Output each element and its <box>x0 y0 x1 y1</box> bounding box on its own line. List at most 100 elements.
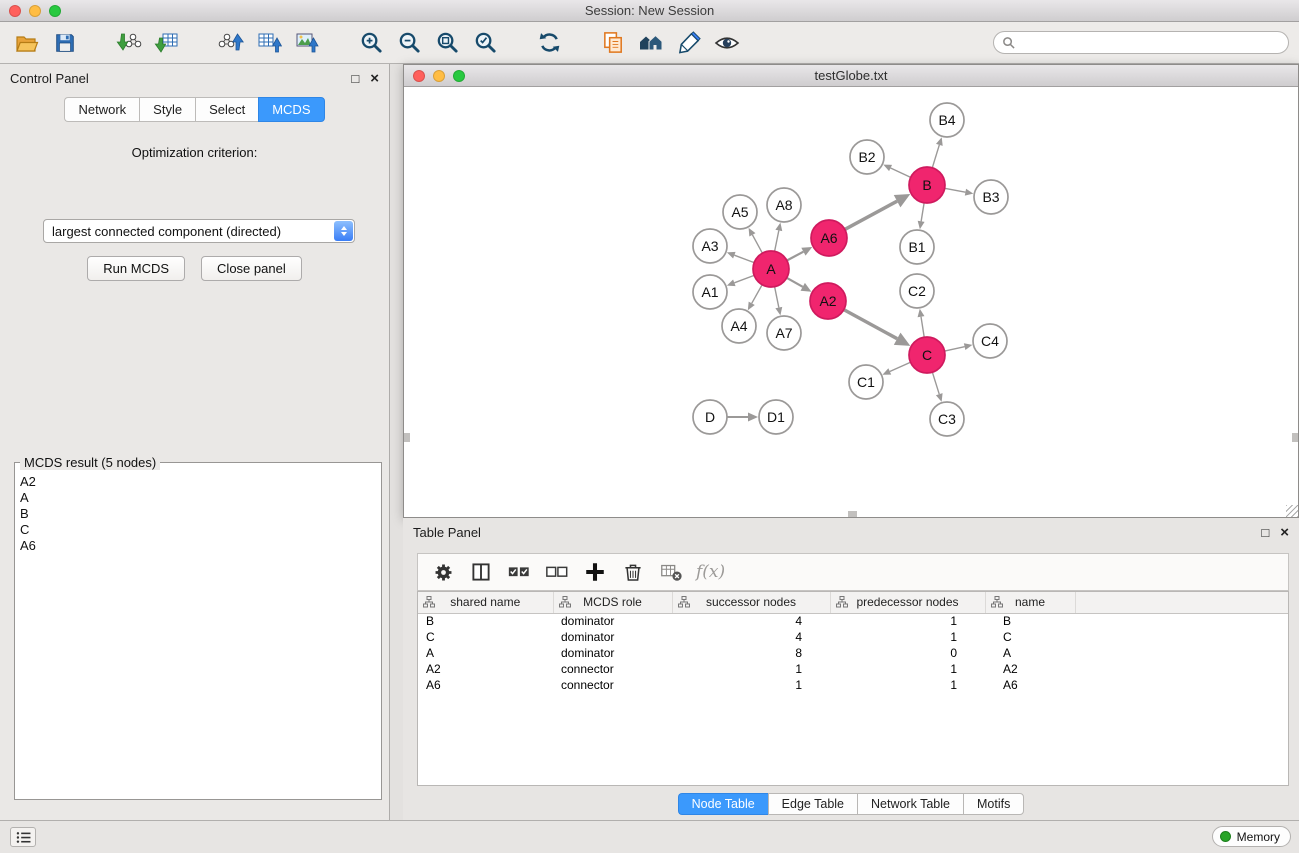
float-table-panel-icon[interactable]: □ <box>1261 526 1269 539</box>
graph-edge-C-C1[interactable] <box>890 362 911 371</box>
graph-edge-A-A3[interactable] <box>734 255 754 262</box>
table-cell[interactable]: 1 <box>830 613 985 629</box>
table-cell[interactable]: A6 <box>418 677 553 693</box>
function-builder-button[interactable]: f(x) <box>696 562 725 582</box>
table-cell[interactable]: connector <box>553 661 672 677</box>
run-mcds-button[interactable]: Run MCDS <box>87 256 185 281</box>
table-row[interactable]: Adominator80A <box>418 645 1288 661</box>
network-canvas[interactable]: AA1A2A3A4A5A6A7A8BB1B2B3B4CC1C2C3C4DD1 <box>404 87 1298 517</box>
network-close-button[interactable] <box>413 70 425 82</box>
close-panel-button[interactable]: Close panel <box>201 256 302 281</box>
zoom-window-button[interactable] <box>49 5 61 17</box>
refresh-layout-button[interactable] <box>530 26 568 60</box>
delete-table-button[interactable] <box>654 557 688 587</box>
table-cell[interactable]: B <box>418 613 553 629</box>
column-header-shared-name[interactable]: shared name <box>418 592 553 613</box>
export-table-button[interactable] <box>250 26 288 60</box>
mcds-result-item[interactable]: A <box>18 490 378 506</box>
show-hide-button[interactable] <box>708 26 746 60</box>
close-panel-icon[interactable]: × <box>370 71 379 86</box>
column-header-name[interactable]: name <box>985 592 1075 613</box>
select-all-rows-button[interactable] <box>502 557 536 587</box>
graph-edge-B-B3[interactable] <box>945 188 966 192</box>
network-zoom-button[interactable] <box>453 70 465 82</box>
table-row[interactable]: A2connector11A2 <box>418 661 1288 677</box>
table-cell[interactable]: A <box>418 645 553 661</box>
table-cell[interactable]: 1 <box>830 661 985 677</box>
table-cell[interactable]: connector <box>553 677 672 693</box>
mcds-result-list[interactable]: A2ABCA6 <box>18 474 378 796</box>
mcds-result-item[interactable]: A6 <box>18 538 378 554</box>
column-header-MCDS-role[interactable]: MCDS role <box>553 592 672 613</box>
table-cell[interactable]: A <box>985 645 1075 661</box>
tab-mcds[interactable]: MCDS <box>258 97 324 122</box>
tab-select[interactable]: Select <box>195 97 258 122</box>
zoom-in-button[interactable] <box>352 26 390 60</box>
table-cell[interactable]: 0 <box>830 645 985 661</box>
graph-edge-C-C2[interactable] <box>921 317 924 338</box>
export-network-button[interactable] <box>212 26 250 60</box>
add-column-button[interactable] <box>578 557 612 587</box>
table-cell[interactable]: dominator <box>553 645 672 661</box>
table-cell[interactable]: C <box>985 629 1075 645</box>
table-cell[interactable]: B <box>985 613 1075 629</box>
mcds-result-item[interactable]: A2 <box>18 474 378 490</box>
duplicate-network-button[interactable] <box>594 26 632 60</box>
table-cell[interactable]: 4 <box>672 629 830 645</box>
tab-network[interactable]: Network <box>64 97 139 122</box>
graph-edge-A-A7[interactable] <box>775 287 779 308</box>
table-cell[interactable]: A6 <box>985 677 1075 693</box>
graph-edge-A-A1[interactable] <box>734 275 754 282</box>
close-window-button[interactable] <box>9 5 21 17</box>
home-view-button[interactable] <box>632 26 670 60</box>
mcds-result-item[interactable]: C <box>18 522 378 538</box>
graph-edge-B-B2[interactable] <box>891 168 911 177</box>
import-table-button[interactable] <box>148 26 186 60</box>
save-session-button[interactable] <box>46 26 84 60</box>
annotation-edit-button[interactable] <box>670 26 708 60</box>
table-cell[interactable]: 1 <box>830 677 985 693</box>
graph-edge-B-B1[interactable] <box>921 203 924 222</box>
network-minimize-button[interactable] <box>433 70 445 82</box>
tab-edge-table[interactable]: Edge Table <box>768 793 857 815</box>
graph-edge-A-A2[interactable] <box>787 278 803 287</box>
zoom-fit-button[interactable] <box>428 26 466 60</box>
import-network-button[interactable] <box>110 26 148 60</box>
table-cell[interactable]: A2 <box>985 661 1075 677</box>
tab-network-table[interactable]: Network Table <box>857 793 963 815</box>
export-image-button[interactable] <box>288 26 326 60</box>
table-row[interactable]: A6connector11A6 <box>418 677 1288 693</box>
graph-edge-C-C3[interactable] <box>932 372 939 394</box>
task-history-button[interactable] <box>10 827 36 847</box>
search-box[interactable] <box>993 31 1289 54</box>
graph-edge-A2-C[interactable] <box>844 310 897 339</box>
zoom-out-button[interactable] <box>390 26 428 60</box>
optimization-criterion-select[interactable]: largest connected component (directed) <box>43 219 355 243</box>
zoom-selected-button[interactable] <box>466 26 504 60</box>
minimize-window-button[interactable] <box>29 5 41 17</box>
graph-edge-A-A5[interactable] <box>752 235 762 253</box>
search-input[interactable] <box>1020 36 1280 50</box>
table-cell[interactable]: 1 <box>672 661 830 677</box>
table-cell[interactable]: 4 <box>672 613 830 629</box>
graph-edge-A-A4[interactable] <box>752 285 762 304</box>
open-session-button[interactable] <box>8 26 46 60</box>
delete-column-button[interactable] <box>616 557 650 587</box>
graph-edge-A6-B[interactable] <box>845 201 897 229</box>
table-cell[interactable]: dominator <box>553 613 672 629</box>
deselect-all-rows-button[interactable] <box>540 557 574 587</box>
resize-grip[interactable] <box>1286 505 1298 517</box>
table-row[interactable]: Bdominator41B <box>418 613 1288 629</box>
mcds-result-item[interactable]: B <box>18 506 378 522</box>
table-cell[interactable]: 8 <box>672 645 830 661</box>
table-cell[interactable]: dominator <box>553 629 672 645</box>
column-header-successor-nodes[interactable]: successor nodes <box>672 592 830 613</box>
column-header-predecessor-nodes[interactable]: predecessor nodes <box>830 592 985 613</box>
graph-edge-A-A6[interactable] <box>787 252 804 261</box>
tab-node-table[interactable]: Node Table <box>678 793 768 815</box>
tab-style[interactable]: Style <box>139 97 195 122</box>
close-table-panel-icon[interactable]: × <box>1280 525 1289 540</box>
tab-motifs[interactable]: Motifs <box>963 793 1024 815</box>
table-cell[interactable]: 1 <box>672 677 830 693</box>
graph-edge-B-B4[interactable] <box>932 145 939 168</box>
